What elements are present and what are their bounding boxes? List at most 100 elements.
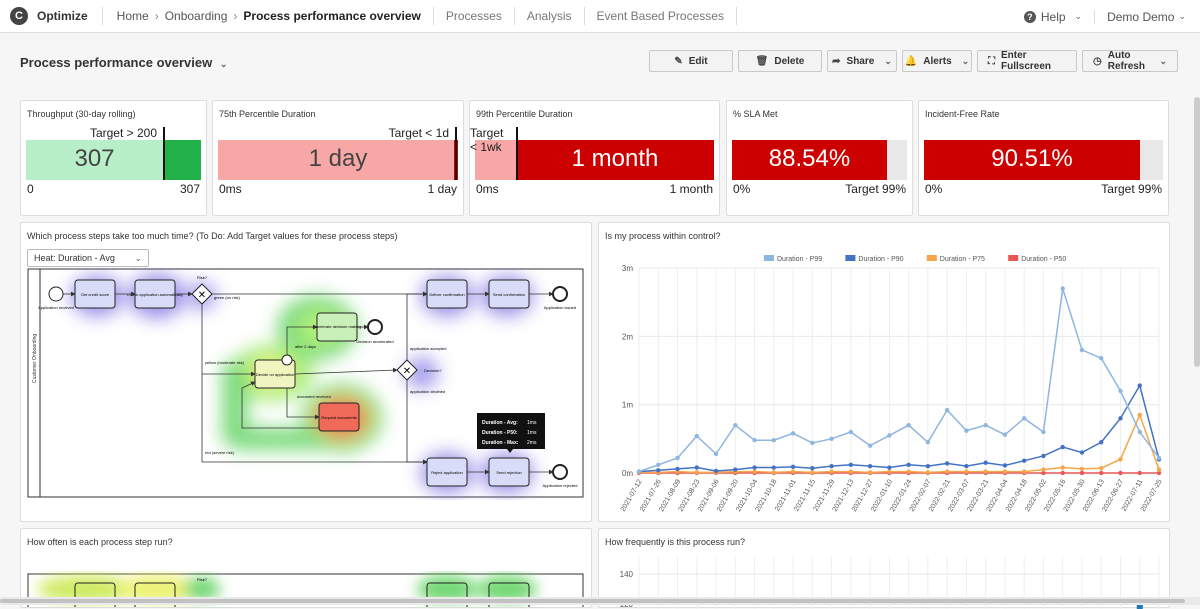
frequency-bar-chart-card[interactable]: How frequently is this process run? 1201… xyxy=(598,528,1170,608)
task-label: Get credit score xyxy=(81,292,110,297)
chevron-down-icon: ⌄ xyxy=(962,56,970,67)
app-name[interactable]: Optimize xyxy=(37,7,103,25)
data-point xyxy=(849,463,853,467)
kpi-card[interactable]: Incident-Free Rate90.51%0%Target 99% xyxy=(918,100,1169,216)
data-point xyxy=(868,470,872,474)
nav-event-based-processes[interactable]: Event Based Processes xyxy=(585,7,737,25)
frequency-heatmap-card[interactable]: How often is each process step run? Risk… xyxy=(20,528,592,608)
data-point xyxy=(983,423,987,427)
data-point xyxy=(1080,348,1084,352)
data-point xyxy=(964,464,968,468)
horizontal-scrollbar[interactable] xyxy=(0,597,1200,605)
data-point xyxy=(849,469,853,473)
data-point xyxy=(887,433,891,437)
user-menu[interactable]: Demo Demo ⌄ xyxy=(1107,10,1186,24)
share-icon: ➦ xyxy=(832,56,840,67)
help-menu[interactable]: ? Help ⌄ xyxy=(1024,10,1095,24)
data-point xyxy=(1099,471,1103,475)
alerts-label: Alerts xyxy=(923,56,951,67)
data-point xyxy=(733,467,737,471)
duration-line-chart: 0m1m2m3m2021-07-122021-07-262021-08-0920… xyxy=(599,223,1171,523)
svg-text:✕: ✕ xyxy=(198,290,206,301)
kpi-value: 88.54% xyxy=(732,145,887,173)
edit-button[interactable]: ✎Edit xyxy=(649,50,733,72)
line-chart-report-card[interactable]: Is my process within control? 0m1m2m3m20… xyxy=(598,222,1170,522)
kpi-value: 1 day xyxy=(218,145,458,173)
task-label: Request documents xyxy=(321,415,357,420)
y-tick-label: 1m xyxy=(622,401,633,410)
report-title: How often is each process step run? xyxy=(27,537,173,547)
kpi-card[interactable]: % SLA Met88.54%0%Target 99% xyxy=(726,100,913,216)
share-label: Share xyxy=(847,56,875,67)
data-point xyxy=(810,466,814,470)
fullscreen-icon: ⛶ xyxy=(988,56,995,67)
y-tick-label: 3m xyxy=(622,264,633,273)
user-label: Demo Demo xyxy=(1107,10,1174,24)
data-point xyxy=(714,452,718,456)
heat-measure-select[interactable]: Heat: Duration - Avg ⌄ xyxy=(27,249,149,267)
heat-select-value: Heat: Duration - Avg xyxy=(34,253,115,263)
kpi-title: % SLA Met xyxy=(733,109,778,119)
share-button[interactable]: ➦Share⌄ xyxy=(827,50,897,72)
nav-analysis[interactable]: Analysis xyxy=(515,7,585,25)
bpmn-diagram: Customer Onboarding Application received… xyxy=(27,268,587,500)
delete-label: Delete xyxy=(774,56,804,67)
kpi-value: 307 xyxy=(26,145,163,173)
dashboard-title: Process performance overview xyxy=(20,55,212,70)
data-point xyxy=(1138,430,1142,434)
tooltip-p50-value: 1ms xyxy=(527,430,537,436)
chevron-down-icon: ⌄ xyxy=(134,253,142,264)
data-point xyxy=(695,470,699,474)
y-tick-label: 0m xyxy=(622,469,633,478)
nav-processes[interactable]: Processes xyxy=(434,7,515,25)
data-point xyxy=(810,441,814,445)
camunda-logo-icon[interactable]: C xyxy=(10,7,28,25)
data-point xyxy=(906,463,910,467)
data-point xyxy=(1022,459,1026,463)
breadcrumb-onboarding[interactable]: Onboarding xyxy=(165,7,228,25)
data-point xyxy=(1118,471,1122,475)
data-point xyxy=(1118,416,1122,420)
data-point xyxy=(926,464,930,468)
data-point xyxy=(1061,471,1065,475)
breadcrumb-current: Process performance overview xyxy=(243,7,420,25)
chevron-down-icon: ⌄ xyxy=(220,59,228,69)
kpi-min: 0ms xyxy=(476,182,499,196)
kpi-target: Target > 200 xyxy=(90,126,157,140)
report-title: Which process steps take too much time? … xyxy=(27,231,398,241)
data-point xyxy=(1138,471,1142,475)
kpi-card[interactable]: 75th Percentile Duration1 day0ms1 dayTar… xyxy=(212,100,464,216)
fullscreen-button[interactable]: ⛶Enter Fullscreen xyxy=(977,50,1077,72)
breadcrumb-home[interactable]: Home xyxy=(117,7,149,25)
y-tick-label: 2m xyxy=(622,332,633,341)
kpi-target: Target < 1wk xyxy=(470,126,510,154)
data-point xyxy=(810,470,814,474)
data-point xyxy=(906,469,910,473)
data-point xyxy=(1022,416,1026,420)
gateway-label: Decision? xyxy=(424,368,442,373)
auto-refresh-button[interactable]: ◷Auto Refresh⌄ xyxy=(1082,50,1178,72)
data-point xyxy=(829,464,833,468)
data-point xyxy=(772,470,776,474)
kpi-card[interactable]: Throughput (30-day rolling)3070307Target… xyxy=(20,100,207,216)
kpi-card[interactable]: 99th Percentile Duration1 month0ms1 mont… xyxy=(469,100,720,216)
kpi-value: 1 month xyxy=(516,145,714,173)
task-label: Deliver confirmation xyxy=(429,292,464,297)
data-point xyxy=(906,423,910,427)
data-point xyxy=(1061,286,1065,290)
data-point xyxy=(1061,445,1065,449)
alerts-button[interactable]: 🔔Alerts⌄ xyxy=(902,50,972,72)
heatmap-report-card[interactable]: Which process steps take too much time? … xyxy=(20,222,592,522)
data-point xyxy=(945,461,949,465)
task-label: Send confirmation xyxy=(493,292,525,297)
kpi-title: Throughput (30-day rolling) xyxy=(27,109,136,119)
data-point xyxy=(887,469,891,473)
delete-button[interactable]: 🗑Delete xyxy=(738,50,822,72)
data-point xyxy=(1003,463,1007,467)
vertical-scrollbar[interactable] xyxy=(1194,97,1200,367)
dashboard-title-dropdown[interactable]: Process performance overview ⌄ xyxy=(20,55,227,70)
data-point xyxy=(1099,466,1103,470)
data-point xyxy=(1099,440,1103,444)
legend-label: Duration - P99 xyxy=(777,256,822,263)
data-point xyxy=(983,461,987,465)
